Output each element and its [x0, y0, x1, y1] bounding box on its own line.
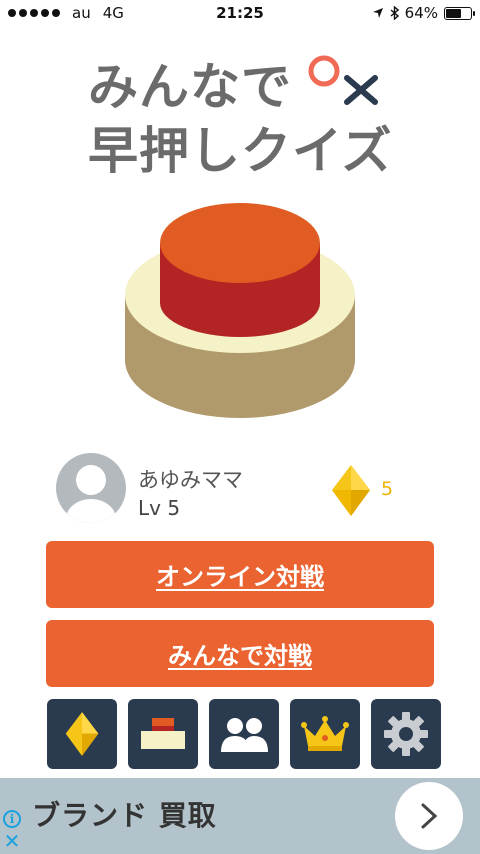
gem-shop-button[interactable] — [47, 699, 117, 769]
buzzer-select-button[interactable] — [128, 699, 198, 769]
crown-icon — [301, 716, 349, 751]
gear-icon — [384, 712, 428, 756]
chevron-right-icon — [421, 803, 438, 829]
local-battle-button[interactable]: みんなで対戦 — [46, 620, 434, 687]
settings-button[interactable] — [371, 699, 441, 769]
ranking-button[interactable] — [290, 699, 360, 769]
location-icon — [372, 8, 383, 18]
users-icon — [221, 718, 268, 752]
bluetooth-icon — [390, 6, 399, 20]
ad-close-icon[interactable]: ✕ — [3, 831, 21, 851]
status-bar: au 4G 21:25 64% — [0, 0, 480, 28]
ad-banner[interactable]: ブランド 買取 i ✕ — [0, 778, 480, 854]
friends-button[interactable] — [209, 699, 279, 769]
gem-icon — [332, 465, 370, 516]
player-name: あゆみママ — [138, 468, 243, 492]
circle-cross-icon — [308, 55, 378, 105]
player-level: Lv 5 — [138, 496, 181, 520]
buzzer-icon — [141, 718, 185, 749]
battery-percent: 64% — [404, 4, 438, 22]
gem-icon — [65, 712, 99, 756]
menu-tiles — [47, 699, 441, 769]
ad-open-button[interactable] — [395, 782, 463, 850]
battery-icon — [444, 6, 475, 20]
user-silhouette-icon — [66, 465, 116, 523]
buzzer-button-illustration[interactable] — [120, 195, 360, 425]
avatar[interactable] — [56, 453, 126, 523]
gem-count: 5 — [381, 478, 394, 500]
ad-info-icon[interactable]: i — [3, 810, 21, 828]
ad-text: ブランド 買取 — [32, 799, 217, 832]
title-line-2: 早押しクイズ — [88, 122, 393, 180]
online-battle-button[interactable]: オンライン対戦 — [46, 541, 434, 608]
